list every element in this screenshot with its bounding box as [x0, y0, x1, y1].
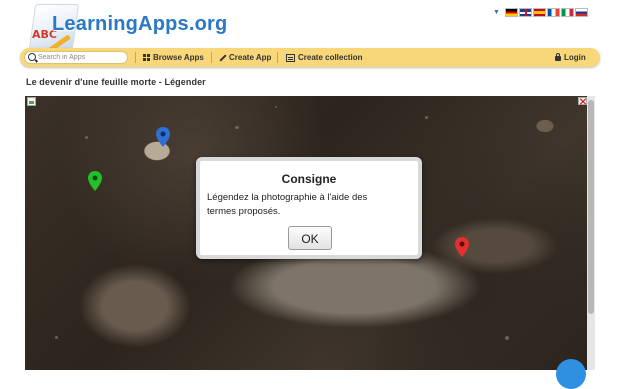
search-icon[interactable]	[28, 53, 36, 61]
create-collection-button[interactable]: Create collection	[286, 52, 362, 63]
dialog-title: Consigne	[281, 172, 337, 186]
flag-fr-icon[interactable]	[546, 7, 560, 17]
create-app-label: Create App	[229, 53, 272, 62]
login-button[interactable]: Login	[555, 52, 586, 63]
dialog-text: Légendez la photographie à l'aide des te…	[207, 192, 368, 217]
nav-divider	[135, 52, 136, 63]
search-input[interactable]	[38, 52, 126, 63]
floating-action-button[interactable]	[556, 359, 586, 389]
soil-speckle	[85, 136, 88, 139]
create-app-button[interactable]: Create App	[219, 52, 271, 63]
nav-divider	[277, 52, 278, 63]
scrollbar-thumb[interactable]	[588, 100, 594, 314]
flag-en-icon[interactable]	[518, 7, 532, 17]
soil-speckle	[425, 116, 428, 119]
close-icon[interactable]	[578, 97, 587, 105]
language-selector: ▼	[493, 6, 588, 18]
login-label: Login	[564, 53, 586, 62]
search-box	[24, 51, 128, 64]
soil-speckle	[55, 336, 58, 339]
map-pin-green-icon	[88, 171, 102, 191]
map-pin-red-icon	[455, 237, 469, 257]
broken-image-icon	[27, 97, 36, 106]
ok-button[interactable]: OK	[288, 226, 332, 250]
header: ABC LearningApps.org ▼	[0, 0, 620, 55]
soil-speckle	[275, 106, 277, 108]
app-frame: Consigne Légendez la photographie à l'ai…	[25, 96, 595, 370]
create-collection-label: Create collection	[298, 53, 363, 62]
language-toggle-icon[interactable]: ▼	[493, 9, 500, 16]
flag-ru-icon[interactable]	[574, 7, 588, 17]
main-navbar: Browse Apps Create App Create collection…	[20, 48, 600, 67]
browse-apps-label: Browse Apps	[153, 53, 204, 62]
learningapps-logo[interactable]: ABC LearningApps.org	[26, 2, 227, 55]
map-pin-blue-icon	[156, 127, 170, 147]
logo-text: LearningApps.org	[52, 13, 228, 35]
marker-red[interactable]	[455, 237, 469, 257]
instruction-dialog: Consigne Légendez la photographie à l'ai…	[196, 157, 422, 259]
pencil-icon	[219, 54, 226, 61]
collection-icon	[286, 53, 295, 62]
marker-green[interactable]	[88, 171, 102, 191]
soil-speckle	[235, 126, 239, 129]
flag-de-icon[interactable]	[504, 7, 518, 17]
page-title: Le devenir d'une feuille morte - Légende…	[26, 77, 206, 87]
app-scrollbar[interactable]	[587, 96, 595, 370]
soil-speckle	[505, 336, 509, 340]
flag-es-icon[interactable]	[532, 7, 546, 17]
flag-it-icon[interactable]	[560, 7, 574, 17]
grid-icon	[143, 54, 150, 61]
nav-divider	[211, 52, 212, 63]
browse-apps-button[interactable]: Browse Apps	[143, 52, 204, 63]
lock-icon	[555, 53, 561, 61]
marker-blue[interactable]	[156, 127, 170, 147]
